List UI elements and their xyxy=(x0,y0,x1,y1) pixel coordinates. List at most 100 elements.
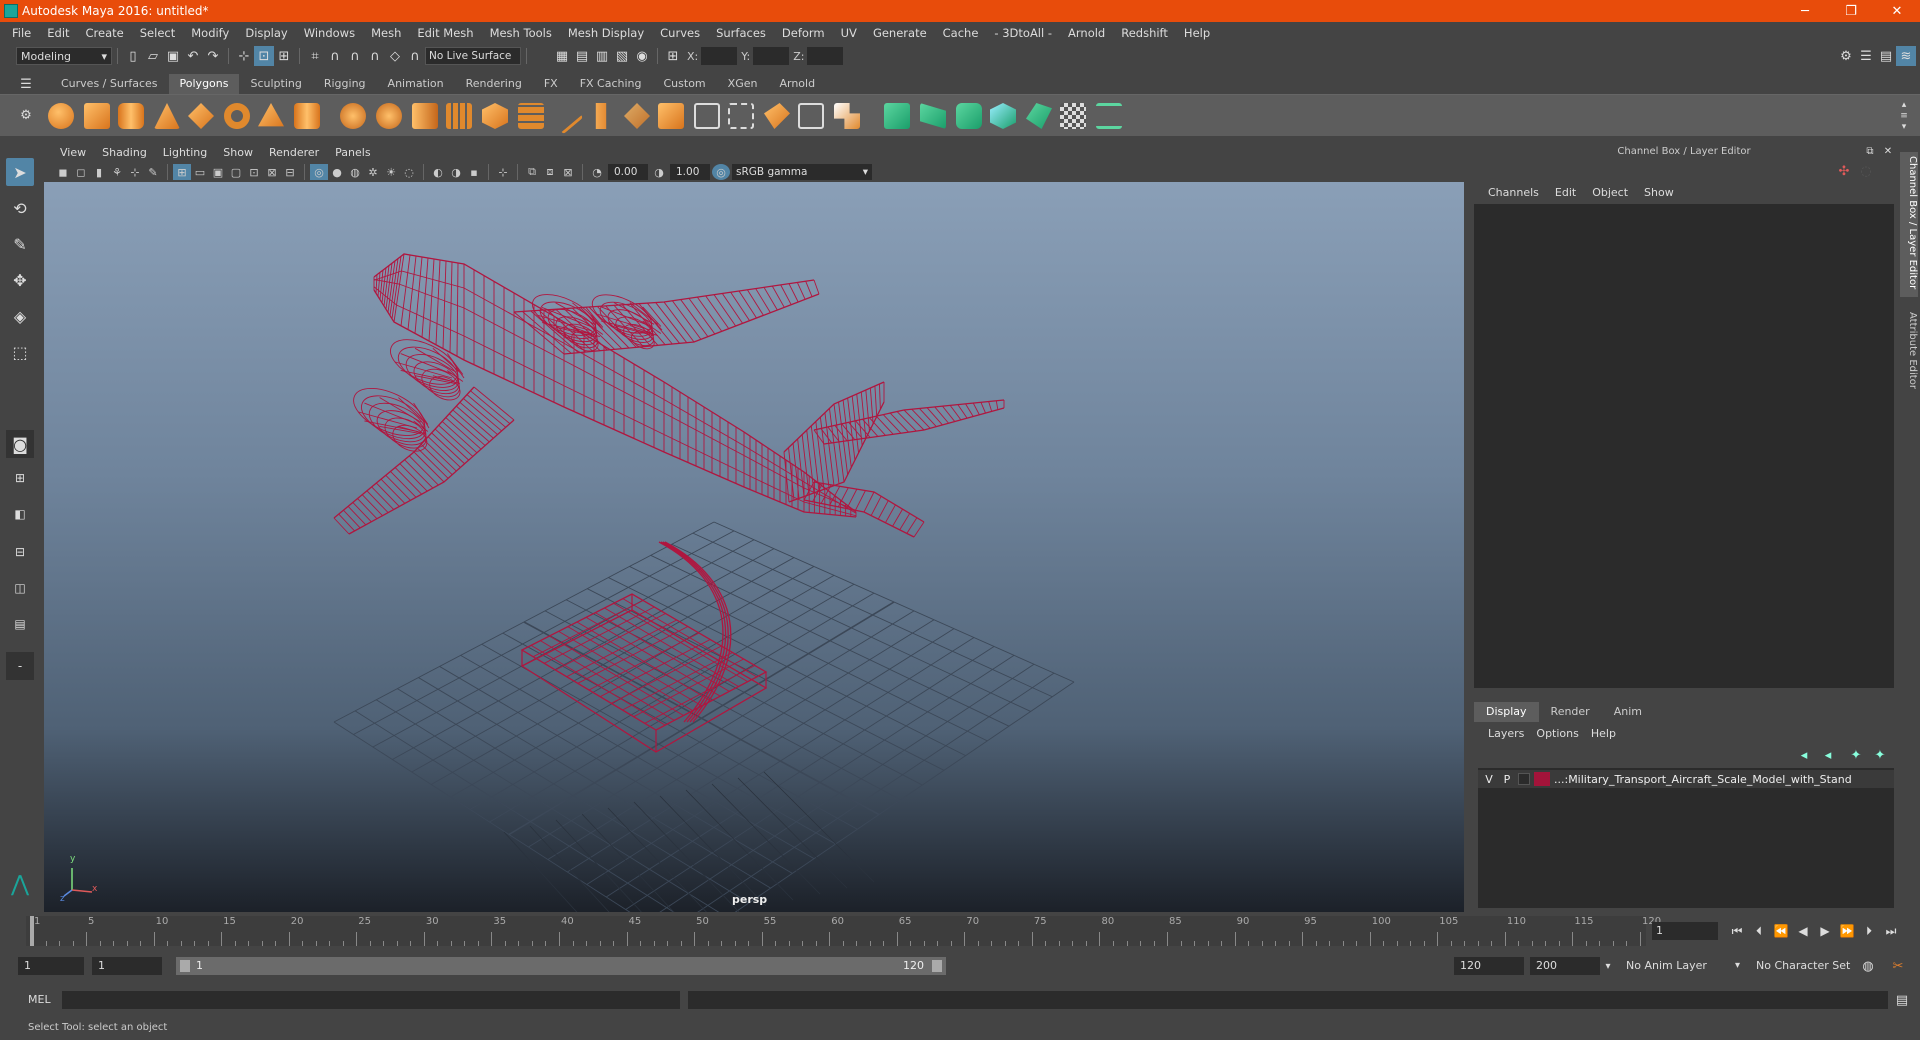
four-view-layout-icon[interactable]: ⊞ xyxy=(6,464,34,492)
channel-box-option-icon[interactable]: ◌ xyxy=(1856,161,1876,181)
target-weld-icon[interactable] xyxy=(624,103,650,129)
viewport-menu-lighting[interactable]: Lighting xyxy=(155,146,215,159)
bridge-icon[interactable] xyxy=(518,103,544,129)
shelf-tab-arnold[interactable]: Arnold xyxy=(768,74,826,94)
playback-end-field[interactable]: 120 xyxy=(1454,957,1524,975)
poly-plane-icon[interactable] xyxy=(188,103,214,129)
menu-create[interactable]: Create xyxy=(78,26,132,40)
gamma-icon[interactable]: ◑ xyxy=(650,164,668,180)
layer-menu-options[interactable]: Options xyxy=(1530,727,1584,740)
menu-arnold[interactable]: Arnold xyxy=(1060,26,1113,40)
snap-view-plane-icon[interactable]: ∩ xyxy=(365,46,385,66)
extract-icon[interactable] xyxy=(412,103,438,129)
field-chart-icon[interactable]: ⊡ xyxy=(245,164,263,180)
command-language-toggle[interactable]: MEL xyxy=(28,993,51,1006)
ipr-render-icon[interactable]: ▥ xyxy=(592,46,612,66)
layer-row[interactable]: V P ...:Military_Transport_Aircraft_Scal… xyxy=(1478,770,1894,788)
layer-tab-render[interactable]: Render xyxy=(1539,702,1602,722)
menu-windows[interactable]: Windows xyxy=(296,26,363,40)
shelf-settings-icon[interactable]: ⚙ xyxy=(16,105,36,125)
persp-outliner-layout-icon[interactable]: ⊟ xyxy=(6,538,34,566)
shelf-tab-xgen[interactable]: XGen xyxy=(717,74,769,94)
move-layer-up-icon[interactable]: ◂ xyxy=(1794,745,1814,765)
menu-display[interactable]: Display xyxy=(237,26,295,40)
poly-cone-icon[interactable] xyxy=(154,103,180,129)
menu-generate[interactable]: Generate xyxy=(865,26,935,40)
planar-mapping-icon[interactable] xyxy=(920,103,946,129)
resolution-gate-icon[interactable]: ▣ xyxy=(209,164,227,180)
menu-uv[interactable]: UV xyxy=(833,26,865,40)
safe-action-icon[interactable]: ⊠ xyxy=(263,164,281,180)
range-start-handle[interactable] xyxy=(180,960,190,972)
minimize-button[interactable]: ─ xyxy=(1782,0,1828,22)
close-button[interactable]: ✕ xyxy=(1874,0,1920,22)
go-to-end-icon[interactable]: ⏭ xyxy=(1880,921,1902,941)
play-forwards-icon[interactable]: ▶ xyxy=(1814,921,1836,941)
open-scene-icon[interactable]: ▱ xyxy=(143,46,163,66)
render-settings-icon[interactable]: ▧ xyxy=(612,46,632,66)
poly-sphere-icon[interactable] xyxy=(48,103,74,129)
viewport-menu-view[interactable]: View xyxy=(52,146,94,159)
close-panel-icon[interactable]: ✕ xyxy=(1878,141,1898,161)
mel-command-input[interactable] xyxy=(62,991,680,1009)
animation-preferences-icon[interactable]: ✂ xyxy=(1888,956,1908,976)
chevron-down-icon[interactable]: ▾ xyxy=(1598,956,1618,976)
menu-cache[interactable]: Cache xyxy=(935,26,987,40)
select-by-object-icon[interactable]: ⊡ xyxy=(254,46,274,66)
layer-playback-toggle[interactable]: P xyxy=(1500,773,1514,786)
new-empty-layer-icon[interactable]: ✦ xyxy=(1846,745,1866,765)
y-field[interactable] xyxy=(753,47,790,65)
viewport-menu-panels[interactable]: Panels xyxy=(327,146,378,159)
side-tab-channel-box[interactable]: Channel Box / Layer Editor xyxy=(1900,152,1918,297)
gamma-field[interactable]: 1.00 xyxy=(670,164,710,180)
range-end-handle[interactable] xyxy=(932,960,942,972)
shelf-tab-rigging[interactable]: Rigging xyxy=(313,74,377,94)
maximize-button[interactable]: ❐ xyxy=(1828,0,1874,22)
transform-field-icon[interactable]: ⊞ xyxy=(663,46,683,66)
poly-torus-icon[interactable] xyxy=(224,103,250,129)
make-live-icon[interactable]: ◇ xyxy=(385,46,405,66)
gate-mask-icon[interactable]: ▢ xyxy=(227,164,245,180)
shelf-tab-rendering[interactable]: Rendering xyxy=(455,74,533,94)
menu-mesh-tools[interactable]: Mesh Tools xyxy=(482,26,560,40)
viewport-menu-show[interactable]: Show xyxy=(215,146,261,159)
menu-curves[interactable]: Curves xyxy=(652,26,708,40)
wireframe-icon[interactable]: ◎ xyxy=(310,164,328,180)
shelf-tab-fx-caching[interactable]: FX Caching xyxy=(569,74,653,94)
go-to-start-icon[interactable]: ⏮ xyxy=(1726,921,1748,941)
use-all-lights-icon[interactable]: ☀ xyxy=(382,164,400,180)
channel-box-tool-icon[interactable]: ✣ xyxy=(1834,161,1854,181)
x-field[interactable] xyxy=(701,47,738,65)
shadows-icon[interactable]: ◌ xyxy=(400,164,418,180)
select-camera-icon[interactable]: ◼ xyxy=(54,164,72,180)
scale-tool-icon[interactable]: ⬚ xyxy=(6,338,34,366)
2d-pan-zoom-icon[interactable]: ⊹ xyxy=(126,164,144,180)
menu-edit[interactable]: Edit xyxy=(39,26,77,40)
automatic-mapping-icon[interactable] xyxy=(990,103,1016,129)
offset-edge-loop-icon[interactable] xyxy=(764,103,790,129)
xray-active-icon[interactable]: ⧈ xyxy=(541,164,559,180)
menu-set-dropdown[interactable]: Modeling ▾ xyxy=(16,47,112,65)
color-management-icon[interactable]: ◎ xyxy=(712,164,730,180)
append-polygon-icon[interactable] xyxy=(694,103,720,129)
channel-box-menu-edit[interactable]: Edit xyxy=(1547,186,1584,199)
play-backwards-icon[interactable]: ◀ xyxy=(1792,921,1814,941)
render-view-icon[interactable]: ▦ xyxy=(552,46,572,66)
snap-grid-icon[interactable]: ⌗ xyxy=(305,46,325,66)
auto-key-icon[interactable]: ◍ xyxy=(1858,956,1878,976)
viewport-menu-renderer[interactable]: Renderer xyxy=(261,146,327,159)
paint-select-tool-icon[interactable]: ✎ xyxy=(6,230,34,258)
smooth-shade-icon[interactable]: ● xyxy=(328,164,346,180)
textured-icon[interactable]: ✲ xyxy=(364,164,382,180)
menu-deform[interactable]: Deform xyxy=(774,26,833,40)
attribute-editor-toggle-icon[interactable]: ☰ xyxy=(1856,46,1876,66)
modeling-toolkit-icon[interactable]: ⚙ xyxy=(1836,46,1856,66)
grease-pencil-icon[interactable]: ✎ xyxy=(144,164,162,180)
uv-editor-icon[interactable] xyxy=(884,103,910,129)
animation-start-field[interactable]: 1 xyxy=(18,957,84,975)
xray-icon[interactable]: ⧉ xyxy=(523,164,541,180)
camera-attributes-icon[interactable]: ◻ xyxy=(72,164,90,180)
move-tool-icon[interactable]: ✥ xyxy=(6,266,34,294)
extrude-icon[interactable] xyxy=(595,103,607,129)
two-panes-side-layout-icon[interactable]: ◧ xyxy=(6,500,34,528)
